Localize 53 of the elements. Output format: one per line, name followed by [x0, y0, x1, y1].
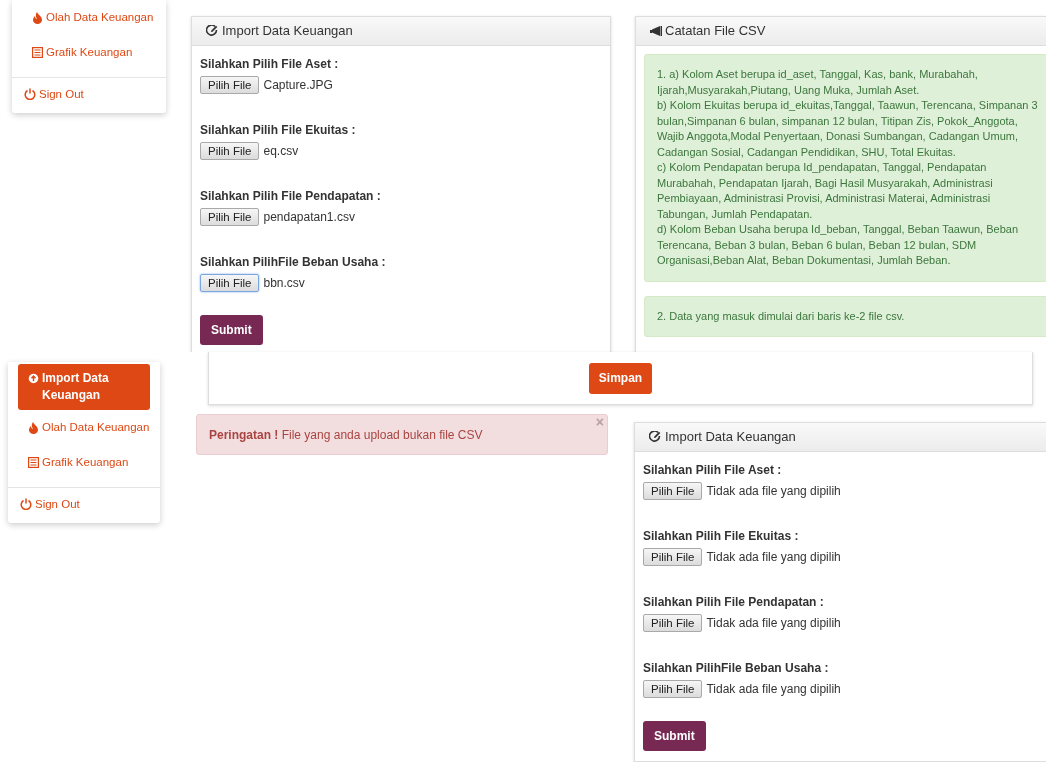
- sidebar-item[interactable]: Sign Out: [12, 77, 166, 109]
- edit-icon: [649, 431, 661, 443]
- card-title: Catatan File CSV: [665, 22, 766, 41]
- submit-button[interactable]: Submit: [200, 315, 263, 345]
- choose-file-button[interactable]: Pilih File: [200, 208, 260, 226]
- power-icon: [20, 498, 32, 511]
- sidebar-item[interactable]: Import Data Keuangan: [18, 364, 150, 410]
- choose-file-button[interactable]: Pilih File: [643, 614, 703, 632]
- list-icon: [28, 457, 39, 469]
- sidebar-item[interactable]: Sign Out: [8, 487, 160, 519]
- submit-button[interactable]: Submit: [643, 721, 706, 751]
- card-title: Import Data Keuangan: [665, 428, 796, 447]
- file-name: Tidak ada file yang dipilih: [706, 681, 841, 698]
- field-label: Silahkan PilihFile Beban Usaha :: [643, 660, 830, 677]
- field-label: Silahkan Pilih File Ekuitas :: [643, 528, 800, 545]
- choose-file-button[interactable]: Pilih File: [643, 680, 703, 698]
- file-name: bbn.csv: [263, 275, 305, 292]
- power-icon: [24, 88, 36, 101]
- file-name: Tidak ada file yang dipilih: [706, 483, 841, 500]
- file-name: Tidak ada file yang dipilih: [706, 549, 841, 566]
- card-title: Import Data Keuangan: [222, 22, 353, 41]
- file-name: Capture.JPG: [263, 77, 333, 94]
- fire-icon: [32, 11, 43, 24]
- megaphone-icon: [650, 26, 662, 36]
- field-label: Silahkan Pilih File Aset :: [200, 56, 340, 73]
- field-label: Silahkan Pilih File Pendapatan :: [643, 594, 825, 611]
- save-button[interactable]: Simpan: [588, 362, 653, 394]
- sidebar-item[interactable]: Olah Data Keuangan: [12, 0, 166, 36]
- file-name: pendapatan1.csv: [263, 209, 355, 226]
- fire-icon: [28, 421, 39, 434]
- sidebar-item[interactable]: Olah Data Keuangan: [8, 410, 160, 446]
- choose-file-button[interactable]: Pilih File: [643, 548, 703, 566]
- file-name: Tidak ada file yang dipilih: [706, 615, 841, 632]
- choose-file-button[interactable]: Pilih File: [200, 142, 260, 160]
- choose-file-button[interactable]: Pilih File: [200, 274, 260, 292]
- note-text: b) Kolom Ekuitas berupa id_ekuitas,Tanggal, Taawun, Terencana, Simpanan 3 bulan,Simpanan 6 bulan, simpanan 12 bulan, Titipan Zis, Pokok_Anggota, Wajib Anggota,Modal Penyertaan, Donasi Sumbangan, Cadangan Umum, Cadangan Sosial, Cadangan Pendidikan, SHU, Total Ekuitas.: [657, 98, 1039, 160]
- upload-circle-icon: [28, 373, 39, 384]
- sidebar-item[interactable]: Grafik Keuangan: [12, 35, 166, 71]
- file-name: eq.csv: [263, 143, 299, 160]
- edit-icon: [206, 25, 218, 37]
- note-text: c) Kolom Pendapatan berupa Id_pendapatan, Tanggal, Pendapatan Murabahah, Pendapatan Ijarah, Bagi Hasil Musyarakah, Administrasi Pembiayaan, Administrasi Provisi, Administrasi Materai, Administrasi Tabungan, Jumlah Pendapatan.: [657, 160, 994, 222]
- warning-text: Peringatan ! File yang anda upload bukan file CSV: [209, 426, 483, 444]
- note-text: 1. a) Kolom Aset berupa id_aset, Tanggal, Kas, bank, Murabahah, Ijarah,Musyarakah,Piutang, Uang Muka, Jumlah Aset.: [657, 67, 979, 98]
- sidebar-item[interactable]: Grafik Keuangan: [8, 445, 160, 481]
- list-icon: [32, 47, 43, 59]
- choose-file-button[interactable]: Pilih File: [200, 76, 260, 94]
- note-text: 2. Data yang masuk dimulai dari baris ke-2 file csv.: [657, 308, 906, 324]
- field-label: Silahkan PilihFile Beban Usaha :: [200, 254, 387, 271]
- note-text: d) Kolom Beban Usaha berupa Id_beban, Tanggal, Beban Taawun, Beban Terencana, Beban 3 bulan, Beban 6 bulan, Beban 12 bulan, SDM Organisasi,Beban Alat, Beban Dokumentasi, Jumlah Beban.: [657, 222, 1020, 268]
- field-label: Silahkan Pilih File Pendapatan :: [200, 188, 382, 205]
- field-label: Silahkan Pilih File Ekuitas :: [200, 122, 357, 139]
- choose-file-button[interactable]: Pilih File: [643, 482, 703, 500]
- field-label: Silahkan Pilih File Aset :: [643, 462, 783, 479]
